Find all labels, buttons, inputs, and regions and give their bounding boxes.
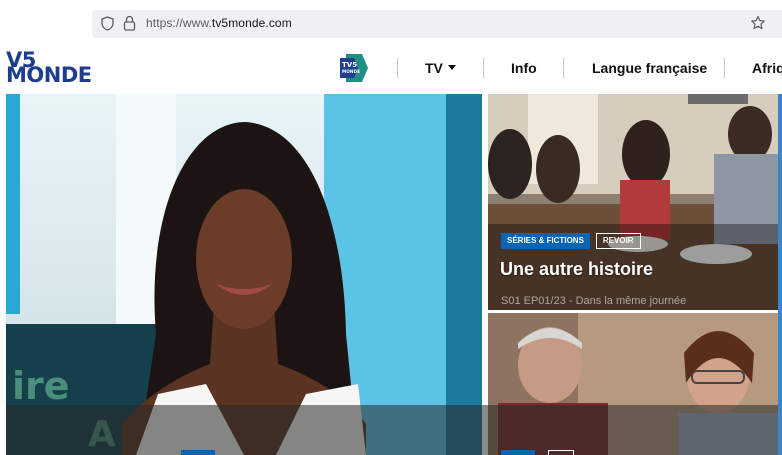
- site-header: TV5 MONDE TV5 MONDE TV Info Langue franç…: [0, 42, 782, 94]
- chevron-down-icon: [447, 65, 456, 70]
- card2-category-badge: [501, 450, 535, 455]
- card-title[interactable]: Une autre histoire: [500, 259, 653, 280]
- category-badge[interactable]: SÉRIES & FICTIONS: [501, 233, 590, 249]
- card2-tag-badge: [548, 450, 574, 455]
- hero-image: ire A: [6, 94, 482, 455]
- nav-tv[interactable]: TV: [425, 60, 456, 76]
- url-domain: tv5monde.com: [211, 16, 292, 30]
- logo-line-bottom: MONDE: [6, 63, 92, 87]
- url-prefix: https://www.: [146, 16, 212, 30]
- browser-toolbar: https://www.tv5monde.com: [0, 0, 782, 42]
- svg-text:MONDE: MONDE: [342, 69, 360, 75]
- nav-langue-francaise[interactable]: Langue française: [592, 60, 707, 76]
- nav-info[interactable]: Info: [511, 60, 537, 76]
- card-subtitle: S01 EP01/23 - Dans la même journée: [501, 295, 687, 307]
- nav-divider: [563, 58, 564, 78]
- tv5monde-logo[interactable]: TV5 MONDE: [6, 50, 96, 86]
- program-card[interactable]: SÉRIES & FICTIONS REVOIR Une autre histoi…: [488, 94, 782, 310]
- nav-afrique[interactable]: Afriq: [752, 60, 782, 76]
- nav-divider: [724, 58, 725, 78]
- hero-caption-shade: [6, 405, 782, 455]
- nav-tv-label: TV: [425, 60, 443, 76]
- card-badges: SÉRIES & FICTIONS REVOIR: [501, 233, 641, 249]
- shield-icon[interactable]: [101, 16, 114, 31]
- hero-banner[interactable]: ire A: [6, 94, 482, 455]
- nav-divider: [397, 58, 398, 78]
- url-text[interactable]: https://www.tv5monde.com: [146, 16, 292, 30]
- hero-category-badge: [181, 450, 215, 455]
- revoir-badge: REVOIR: [595, 233, 641, 249]
- svg-text:ire: ire: [12, 364, 70, 408]
- svg-text:TV5: TV5: [342, 61, 357, 69]
- tv5monde-plus-logo[interactable]: TV5 MONDE: [340, 52, 370, 84]
- lock-icon[interactable]: [123, 15, 136, 31]
- next-slide-edge[interactable]: [778, 94, 782, 455]
- bookmark-star-icon[interactable]: [750, 15, 766, 31]
- nav-divider: [483, 58, 484, 78]
